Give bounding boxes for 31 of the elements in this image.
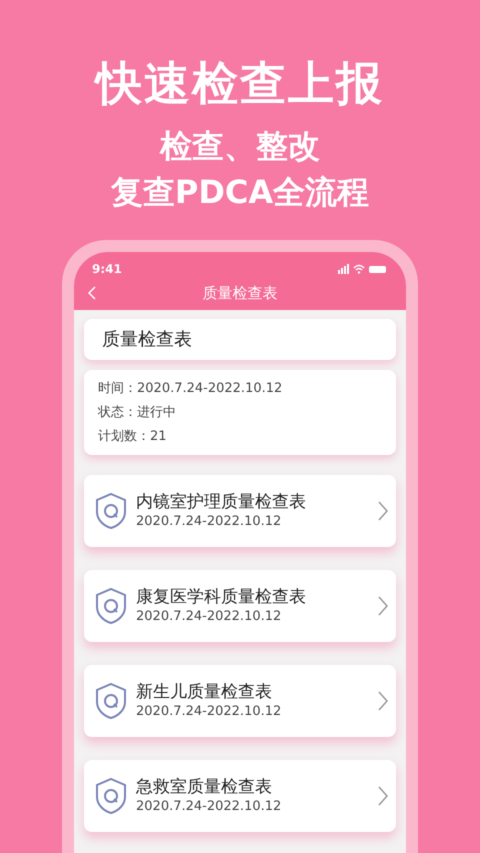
form-name: 新生儿质量检查表 xyxy=(136,681,273,703)
shield-q-icon xyxy=(94,777,128,815)
form-dates: 2020.7.24-2022.10.12 xyxy=(136,513,282,531)
status-time: 9:41 xyxy=(92,261,122,278)
headline: 快速检查上报 xyxy=(96,60,384,106)
status-icons-drawing xyxy=(338,264,388,274)
form-dates: 2020.7.24-2022.10.12 xyxy=(136,608,282,626)
detail-text: 计划数：21 xyxy=(98,428,168,446)
nav-title: 质量检查表 xyxy=(202,283,278,304)
form-name: 内镜室护理质量检查表 xyxy=(136,491,307,513)
subtitle-line: 复查PDCA全流程 xyxy=(110,176,370,208)
subtitle-line: 检查、整改 xyxy=(160,130,320,162)
form-list-item[interactable]: 康复医学科质量检查表 2020.7.24-2022.10.12 xyxy=(84,570,396,642)
chevron-right-icon xyxy=(378,501,388,521)
summary-title: 质量检查表 xyxy=(102,328,192,352)
form-name: 急救室质量检查表 xyxy=(136,776,273,798)
form-name: 康复医学科质量检查表 xyxy=(136,586,307,608)
detail-text: 时间：2020.7.24-2022.10.12 xyxy=(98,380,284,398)
form-dates: 2020.7.24-2022.10.12 xyxy=(136,798,282,816)
shield-q-icon xyxy=(94,587,128,625)
back-icon[interactable] xyxy=(88,286,96,300)
form-list-item[interactable]: 内镜室护理质量检查表 2020.7.24-2022.10.12 xyxy=(84,475,396,547)
form-list-item[interactable]: 急救室质量检查表 2020.7.24-2022.10.12 xyxy=(84,760,396,832)
chevron-right-icon xyxy=(378,596,388,616)
form-dates: 2020.7.24-2022.10.12 xyxy=(136,703,282,721)
chevron-right-icon xyxy=(378,786,388,806)
shield-q-icon xyxy=(94,492,128,530)
detail-text: 状态：进行中 xyxy=(98,404,177,422)
chevron-right-icon xyxy=(378,691,388,711)
shield-q-icon xyxy=(94,682,128,720)
form-list-item[interactable]: 新生儿质量检查表 2020.7.24-2022.10.12 xyxy=(84,665,396,737)
